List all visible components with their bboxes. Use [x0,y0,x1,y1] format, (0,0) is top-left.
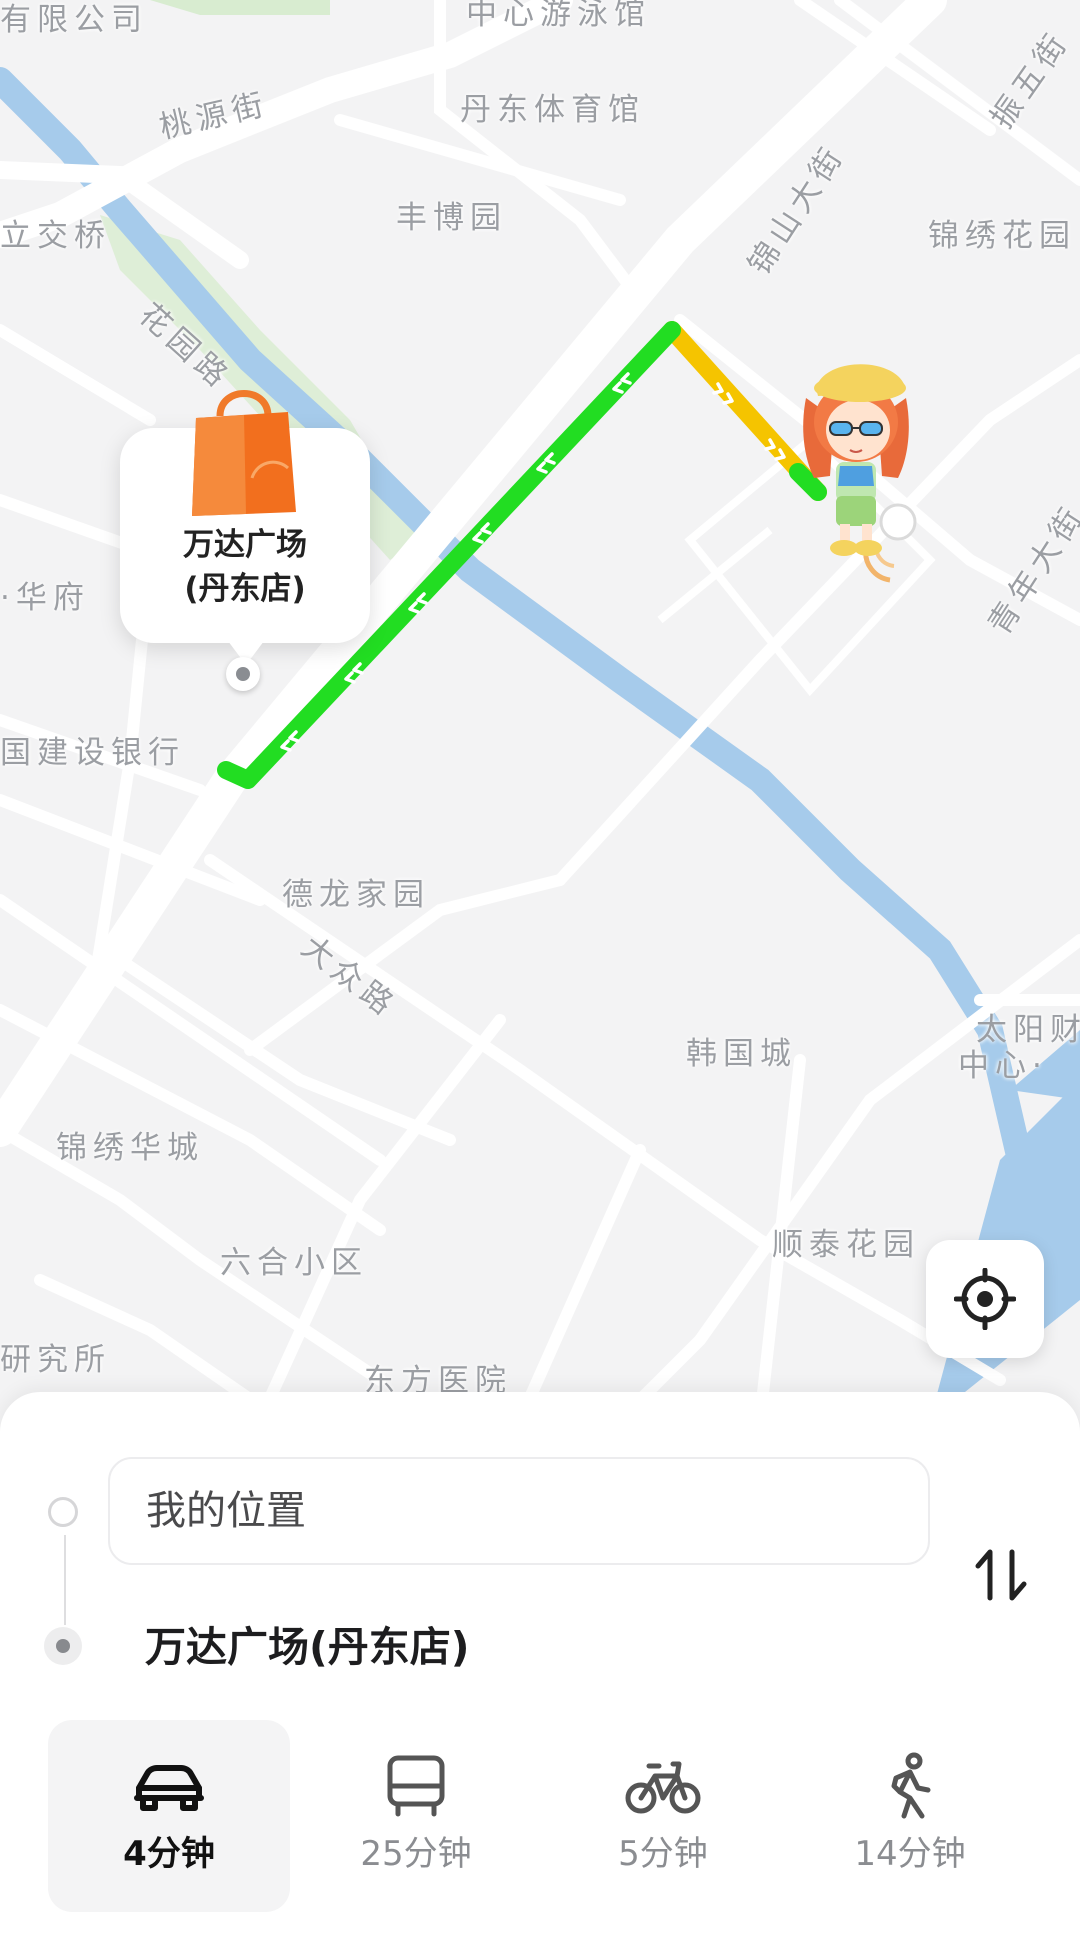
map-label-company: 有限公司 [0,2,148,38]
origin-input[interactable]: 我的位置 [108,1457,930,1565]
destination-callout-line1: 万达广场 [183,527,307,563]
walk-icon [891,1752,931,1819]
locate-me-button[interactable] [926,1240,1044,1358]
map-label-construction-bank: 国建设银行 [0,735,185,771]
map-label-gymnasium: 丹东体育馆 [460,92,645,128]
map-label-korea-town: 韩国城 [686,1036,797,1072]
map-label-center: 中心· [958,1048,1048,1084]
mode-label-walk: 14分钟 [854,1834,966,1874]
mode-tab-car[interactable]: 4分钟 [48,1720,290,1912]
mode-tab-walk[interactable]: 14分钟 [789,1720,1031,1912]
map-label-jinxiu-garden: 锦绣花园 [928,218,1076,254]
map-label-swimming-pool: 中心游泳馆 [466,0,651,32]
map-label-interchange: 立交桥 [0,218,111,254]
map-label-institute: 研究所 [0,1342,111,1378]
bike-icon [625,1761,701,1814]
origin-dot-icon [48,1497,78,1527]
route-connector-line [64,1535,66,1625]
destination-marker[interactable] [226,657,260,691]
destination-field[interactable]: 万达广场(丹东店) [145,1597,469,1697]
mode-label-bus: 25分钟 [360,1834,472,1874]
route-planner-panel: 我的位置 万达广场(丹东店) 4分钟 25分钟 5分钟 14分钟 [0,1392,1080,1938]
map-label-liuhe-district: 六合小区 [220,1245,368,1281]
crosshair-icon [954,1268,1016,1330]
shopping-bag-icon [192,390,296,516]
map-view[interactable]: 有限公司 中心游泳馆 桃源街 丹东体育馆 振五街 立交桥 丰博园 锦山大街 锦绣… [0,0,1080,1420]
swap-vertical-icon [975,1549,1027,1601]
user-location-avatar[interactable] [794,358,924,598]
destination-dot-icon [44,1627,82,1665]
map-label-jinxiu-huacheng: 锦绣华城 [56,1130,204,1166]
map-label-fengbo-garden: 丰博园 [396,200,507,236]
map-label-shuntai-garden: 顺泰花园 [772,1227,920,1263]
mode-tab-bike[interactable]: 5分钟 [542,1720,784,1912]
destination-callout[interactable]: 万达广场 (丹东店) [120,390,370,665]
destination-callout-line2: (丹东店) [184,571,306,607]
bus-icon [387,1755,445,1817]
map-label-delong-home: 德龙家园 [282,877,430,913]
map-label-huafu: ·华府 [0,580,90,616]
map-canvas [0,0,1080,1420]
car-icon [134,1765,204,1811]
mode-label-car: 4分钟 [123,1834,215,1874]
mode-tab-bus[interactable]: 25分钟 [295,1720,537,1912]
swap-button[interactable] [966,1540,1036,1610]
avatar-girl-icon [803,364,917,583]
destination-callout-name: 万达广场 (丹东店) [120,523,370,611]
mode-label-bike: 5分钟 [618,1834,708,1874]
